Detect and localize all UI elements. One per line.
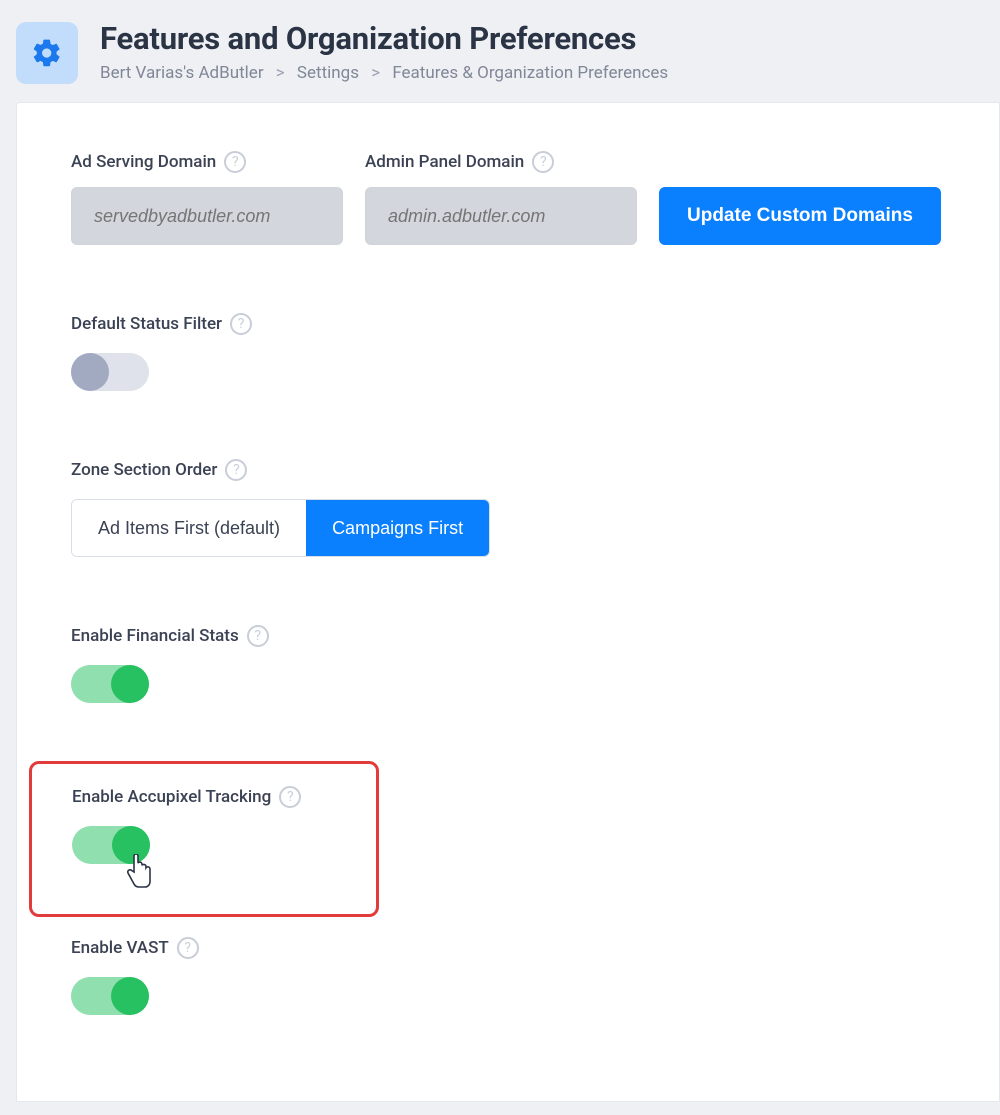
breadcrumb-part[interactable]: Bert Varias's AdButler bbox=[100, 63, 264, 83]
help-icon[interactable]: ? bbox=[247, 625, 269, 647]
help-icon[interactable]: ? bbox=[279, 786, 301, 808]
enable-vast-label: Enable VAST bbox=[71, 938, 169, 958]
admin-panel-domain-label: Admin Panel Domain bbox=[365, 152, 524, 172]
enable-vast-toggle[interactable] bbox=[71, 977, 149, 1015]
toggle-knob bbox=[112, 826, 150, 864]
breadcrumb-part: Features & Organization Preferences bbox=[392, 63, 668, 83]
admin-panel-domain-input[interactable] bbox=[365, 187, 637, 245]
page-title: Features and Organization Preferences bbox=[100, 20, 668, 57]
accupixel-highlight: Enable Accupixel Tracking ? bbox=[29, 761, 379, 917]
zone-order-campaigns-first[interactable]: Campaigns First bbox=[306, 500, 489, 556]
update-custom-domains-button[interactable]: Update Custom Domains bbox=[659, 187, 941, 245]
zone-section-order-label: Zone Section Order bbox=[71, 460, 217, 480]
zone-section-order-segmented: Ad Items First (default) Campaigns First bbox=[71, 499, 490, 557]
settings-card: Ad Serving Domain ? Admin Panel Domain ?… bbox=[16, 102, 1000, 1102]
ad-serving-domain-input[interactable] bbox=[71, 187, 343, 245]
enable-accupixel-toggle[interactable] bbox=[72, 826, 150, 864]
breadcrumb-sep: > bbox=[371, 63, 380, 83]
ad-serving-domain-label: Ad Serving Domain bbox=[71, 152, 216, 172]
help-icon[interactable]: ? bbox=[177, 937, 199, 959]
default-status-filter-label: Default Status Filter bbox=[71, 314, 222, 334]
help-icon[interactable]: ? bbox=[230, 313, 252, 335]
toggle-knob bbox=[111, 665, 149, 703]
enable-accupixel-label: Enable Accupixel Tracking bbox=[72, 787, 271, 807]
default-status-filter-toggle[interactable] bbox=[71, 353, 149, 391]
gear-icon bbox=[16, 22, 78, 84]
zone-order-ad-items-first[interactable]: Ad Items First (default) bbox=[72, 500, 306, 556]
breadcrumb-sep: > bbox=[276, 63, 285, 83]
breadcrumb: Bert Varias's AdButler > Settings > Feat… bbox=[100, 63, 668, 83]
enable-financial-stats-toggle[interactable] bbox=[71, 665, 149, 703]
help-icon[interactable]: ? bbox=[532, 151, 554, 173]
help-icon[interactable]: ? bbox=[224, 151, 246, 173]
toggle-knob bbox=[111, 977, 149, 1015]
help-icon[interactable]: ? bbox=[225, 459, 247, 481]
toggle-knob bbox=[71, 353, 109, 391]
breadcrumb-part[interactable]: Settings bbox=[297, 63, 359, 83]
enable-financial-stats-label: Enable Financial Stats bbox=[71, 626, 239, 646]
